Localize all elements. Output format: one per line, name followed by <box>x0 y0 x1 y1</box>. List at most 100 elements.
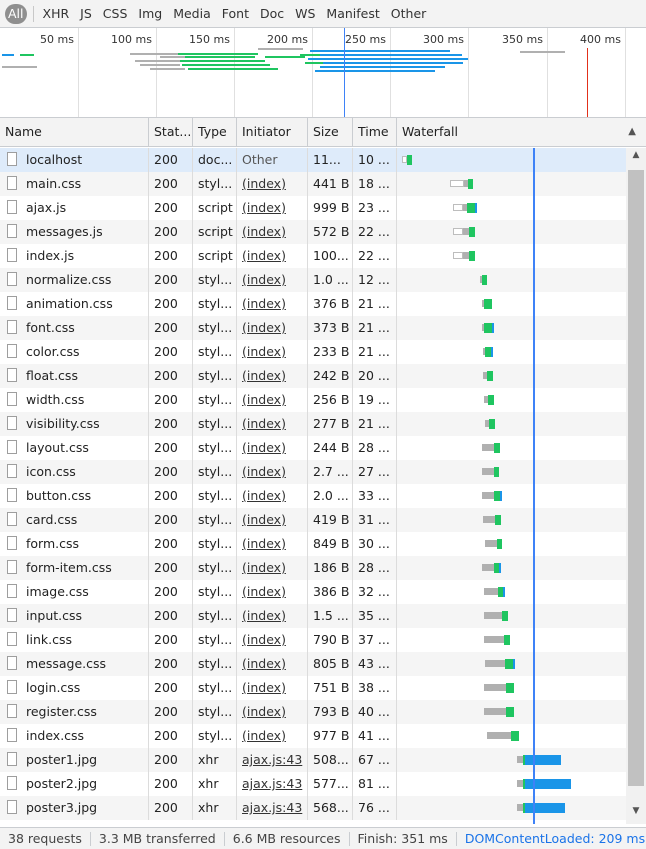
cell-initiator[interactable]: (index) <box>237 700 308 724</box>
cell-size: 577... <box>308 772 353 796</box>
waterfall-ttfb-segment <box>468 179 473 189</box>
filter-font[interactable]: Font <box>218 4 253 24</box>
column-header-initiator[interactable]: Initiator <box>237 118 308 146</box>
request-name: visibility.css <box>26 416 100 431</box>
waterfall-bar[interactable] <box>397 292 626 316</box>
overview-timeline[interactable]: 50 ms 100 ms 150 ms 200 ms 250 ms 300 ms 350 m… <box>0 28 646 118</box>
cell-initiator[interactable]: (index) <box>237 388 308 412</box>
waterfall-bar[interactable] <box>397 148 626 172</box>
cell-name: poster3.jpg <box>0 796 149 820</box>
filter-ws[interactable]: WS <box>291 4 319 24</box>
cell-initiator[interactable]: (index) <box>237 556 308 580</box>
column-header-waterfall[interactable]: Waterfall ▲ <box>397 118 646 146</box>
waterfall-download-segment <box>503 587 505 597</box>
cell-initiator[interactable]: (index) <box>237 340 308 364</box>
cell-initiator[interactable]: (index) <box>237 676 308 700</box>
filter-bar: All XHR JS CSS Img Media Font Doc WS Manifest Othe… <box>0 0 646 28</box>
cell-initiator[interactable]: (index) <box>237 172 308 196</box>
waterfall-bar[interactable] <box>397 580 626 604</box>
waterfall-bar[interactable] <box>397 508 626 532</box>
waterfall-bar[interactable] <box>397 220 626 244</box>
waterfall-bar[interactable] <box>397 388 626 412</box>
cell-initiator[interactable]: (index) <box>237 220 308 244</box>
waterfall-bar[interactable] <box>397 724 626 748</box>
scroll-down-arrow-icon[interactable]: ▼ <box>626 806 646 820</box>
waterfall-bar[interactable] <box>397 772 626 796</box>
cell-initiator[interactable]: (index) <box>237 364 308 388</box>
filter-all[interactable]: All <box>5 3 27 24</box>
cell-initiator[interactable]: (index) <box>237 436 308 460</box>
waterfall-bar[interactable] <box>397 268 626 292</box>
filter-manifest[interactable]: Manifest <box>322 4 383 24</box>
column-header-time[interactable]: Time <box>353 118 397 146</box>
waterfall-download-segment <box>475 203 477 213</box>
waterfall-bar[interactable] <box>397 676 626 700</box>
waterfall-bar[interactable] <box>397 340 626 364</box>
filter-css[interactable]: CSS <box>99 4 132 24</box>
filter-other[interactable]: Other <box>387 4 431 24</box>
cell-initiator[interactable]: (index) <box>237 508 308 532</box>
waterfall-bar[interactable] <box>397 700 626 724</box>
table-scrollbar[interactable]: ▲ ▼ <box>626 148 646 824</box>
scroll-thumb[interactable] <box>628 170 644 786</box>
cell-initiator[interactable]: (index) <box>237 724 308 748</box>
cell-type: styl... <box>193 628 237 652</box>
waterfall-bar[interactable] <box>397 244 626 268</box>
column-header-size[interactable]: Size <box>308 118 353 146</box>
cell-initiator[interactable]: (index) <box>237 292 308 316</box>
waterfall-bar[interactable] <box>397 412 626 436</box>
filter-doc[interactable]: Doc <box>256 4 288 24</box>
waterfall-bar[interactable] <box>397 460 626 484</box>
waterfall-bar[interactable] <box>397 172 626 196</box>
waterfall-bar[interactable] <box>397 748 626 772</box>
waterfall-bar[interactable] <box>397 316 626 340</box>
cell-initiator[interactable]: ajax.js:43 <box>237 772 308 796</box>
cell-type: styl... <box>193 412 237 436</box>
waterfall-bar[interactable] <box>397 796 626 820</box>
filter-media[interactable]: Media <box>169 4 215 24</box>
cell-initiator[interactable]: (index) <box>237 412 308 436</box>
cell-status: 200 <box>149 292 193 316</box>
waterfall-bar[interactable] <box>397 556 626 580</box>
cell-initiator[interactable]: (index) <box>237 244 308 268</box>
column-header-name[interactable]: Name <box>0 118 149 146</box>
cell-initiator[interactable]: (index) <box>237 196 308 220</box>
column-header-type[interactable]: Type <box>193 118 237 146</box>
cell-status: 200 <box>149 364 193 388</box>
cell-initiator[interactable]: (index) <box>237 652 308 676</box>
cell-initiator[interactable]: (index) <box>237 628 308 652</box>
cell-initiator[interactable]: (index) <box>237 580 308 604</box>
waterfall-bar[interactable] <box>397 532 626 556</box>
cell-initiator[interactable]: (index) <box>237 268 308 292</box>
filter-xhr[interactable]: XHR <box>39 4 74 24</box>
cell-type: styl... <box>193 292 237 316</box>
waterfall-bar[interactable] <box>397 628 626 652</box>
waterfall-queue-segment <box>453 228 463 235</box>
waterfall-bar[interactable] <box>397 436 626 460</box>
waterfall-bar[interactable] <box>397 484 626 508</box>
cell-initiator[interactable]: (index) <box>237 604 308 628</box>
waterfall-bar[interactable] <box>397 196 626 220</box>
filter-img[interactable]: Img <box>134 4 166 24</box>
cell-status: 200 <box>149 148 193 172</box>
overview-request-bar <box>265 56 305 58</box>
cell-initiator[interactable]: ajax.js:43 <box>237 748 308 772</box>
cell-initiator[interactable]: (index) <box>237 316 308 340</box>
column-header-status[interactable]: Stat... <box>149 118 193 146</box>
cell-time: 81 ... <box>353 772 397 796</box>
cell-initiator[interactable]: (index) <box>237 532 308 556</box>
cell-time: 37 ... <box>353 628 397 652</box>
cell-size: 790 B <box>308 628 353 652</box>
waterfall-queue-segment <box>450 180 464 187</box>
waterfall-bar[interactable] <box>397 604 626 628</box>
waterfall-bar[interactable] <box>397 652 626 676</box>
cell-initiator[interactable]: (index) <box>237 484 308 508</box>
waterfall-bar[interactable] <box>397 364 626 388</box>
cell-time: 38 ... <box>353 676 397 700</box>
filter-js[interactable]: JS <box>76 4 96 24</box>
cell-initiator[interactable]: ajax.js:43 <box>237 796 308 820</box>
waterfall-stalled-segment <box>483 516 495 523</box>
scroll-up-arrow-icon[interactable]: ▲ <box>626 150 646 164</box>
cell-type: xhr <box>193 796 237 820</box>
cell-initiator[interactable]: (index) <box>237 460 308 484</box>
